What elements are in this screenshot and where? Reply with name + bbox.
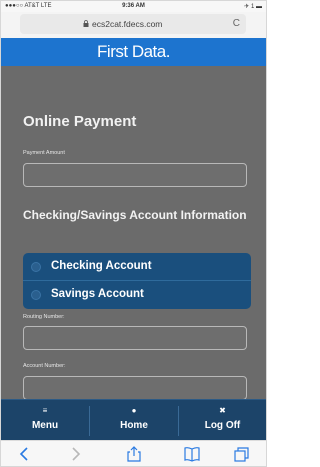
routing-number-input[interactable] — [23, 326, 247, 350]
payment-amount-label: Payment Amount — [23, 150, 65, 156]
account-number-input[interactable] — [23, 376, 247, 399]
status-bar: ●●●○○ AT&T LTE 9:36 AM ✈ 1 ▬ — [1, 1, 266, 12]
savings-account-label: Savings Account — [51, 288, 144, 300]
tabs-icon[interactable] — [233, 446, 251, 462]
share-icon[interactable] — [125, 446, 143, 462]
checking-account-option[interactable]: Checking Account — [23, 253, 251, 281]
status-time: 9:36 AM — [122, 3, 145, 9]
log-off-label: Log Off — [204, 420, 241, 431]
payment-amount-input[interactable] — [23, 163, 247, 187]
account-number-label: Account Number: — [23, 363, 66, 369]
menu-label: Menu — [31, 420, 59, 431]
url-text: ecs2cat.fdecs.com — [92, 19, 163, 29]
reload-icon[interactable]: C — [233, 18, 240, 29]
home-label: Home — [120, 420, 148, 431]
home-button[interactable]: ● Home — [90, 400, 178, 441]
bottom-navigation: ≡ Menu ● Home ✖ Log Off — [1, 399, 266, 440]
page-title: Online Payment — [23, 113, 137, 130]
phone-screen: ●●●○○ AT&T LTE 9:36 AM ✈ 1 ▬ ecs2cat.fde… — [0, 0, 267, 467]
back-icon[interactable] — [16, 446, 34, 462]
main-content: Online Payment Payment Amount Checking/S… — [1, 66, 266, 399]
radio-button-savings[interactable] — [31, 290, 41, 300]
browser-toolbar — [1, 440, 266, 466]
site-header: First Data. — [1, 38, 266, 66]
savings-account-option[interactable]: Savings Account — [23, 281, 251, 309]
account-type-group: Checking Account Savings Account — [23, 253, 251, 309]
menu-button[interactable]: ≡ Menu — [1, 400, 89, 441]
menu-icon: ≡ — [42, 406, 48, 415]
account-section-title: Checking/Savings Account Information — [23, 208, 247, 222]
forward-icon[interactable] — [66, 446, 84, 462]
log-off-button[interactable]: ✖ Log Off — [179, 400, 266, 441]
bookmarks-icon[interactable] — [183, 446, 201, 462]
brand-logo: First Data. — [97, 42, 170, 61]
close-icon: ✖ — [219, 406, 226, 415]
radio-button-checking[interactable] — [31, 262, 41, 272]
battery-indicator: ✈ 1 ▬ — [244, 4, 262, 10]
home-icon: ● — [131, 406, 137, 415]
lock-icon — [83, 20, 89, 27]
routing-number-label: Routing Number: — [23, 314, 65, 320]
address-bar[interactable]: ecs2cat.fdecs.com C — [20, 14, 246, 34]
checking-account-label: Checking Account — [51, 260, 152, 272]
